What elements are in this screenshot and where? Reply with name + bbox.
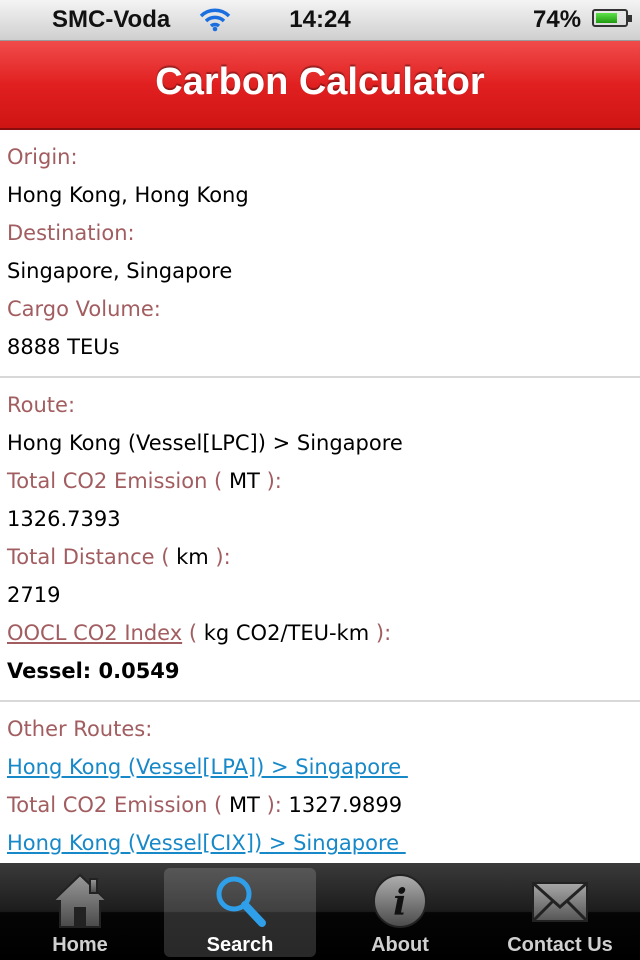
- co2-index-label-close: ):: [375, 621, 392, 645]
- co2-index-unit: kg CO2/TEU-km: [203, 621, 370, 645]
- tab-bar: Home Search i About Contact Us: [0, 863, 640, 960]
- cargo-volume-label: Cargo Volume:: [7, 297, 161, 321]
- co2-index-value: Vessel: 0.0549: [7, 659, 180, 683]
- other-route-link[interactable]: Hong Kong (Vessel[CIX]) > Singapore: [7, 831, 406, 855]
- search-icon: [216, 876, 266, 927]
- distance-value: 2719: [7, 583, 61, 607]
- envelope-icon: [531, 881, 589, 923]
- navigation-bar: Carbon Calculator: [0, 41, 640, 130]
- tab-about[interactable]: i About: [320, 863, 480, 960]
- origin-value: Hong Kong, Hong Kong: [7, 183, 249, 207]
- battery-level-fill: [596, 13, 617, 23]
- co2-index-link[interactable]: OOCL CO2 Index: [7, 621, 182, 645]
- route-section: Route: Hong Kong (Vessel[LPC]) > Singapo…: [0, 378, 640, 702]
- emission-label: Total CO2 Emission ( MT ):: [7, 462, 633, 500]
- other-routes-label: Other Routes:: [7, 717, 153, 741]
- route-value: Hong Kong (Vessel[LPC]) > Singapore: [7, 431, 403, 455]
- distance-label: Total Distance ( km ):: [7, 538, 633, 576]
- results-content[interactable]: Origin: Hong Kong, Hong Kong Destination…: [0, 130, 640, 863]
- distance-label-text: Total Distance (: [7, 545, 170, 569]
- emission-label-text: Total CO2 Emission (: [7, 469, 223, 493]
- other-routes-section: Other Routes: Hong Kong (Vessel[LPA]) > …: [0, 702, 640, 863]
- emission-unit: MT: [228, 469, 260, 493]
- other-route-item: Hong Kong (Vessel[CIX]) > Singapore: [7, 824, 633, 862]
- distance-unit: km: [176, 545, 209, 569]
- shipment-section: Origin: Hong Kong, Hong Kong Destination…: [0, 130, 640, 378]
- tab-contact-us-label: Contact Us: [507, 934, 613, 956]
- tab-search[interactable]: Search: [160, 863, 320, 960]
- distance-label-close: ):: [215, 545, 231, 569]
- battery-percent: 74%: [533, 6, 582, 33]
- home-icon: [50, 873, 110, 928]
- origin-label: Origin:: [7, 145, 78, 169]
- battery-icon: [592, 9, 632, 27]
- cargo-volume-value: 8888 TEUs: [7, 335, 120, 359]
- emission-label-close: ):: [266, 469, 282, 493]
- emission-value: 1326.7393: [7, 507, 121, 531]
- destination-value: Singapore, Singapore: [7, 259, 233, 283]
- tab-search-label: Search: [206, 934, 274, 956]
- co2-index-label: OOCL CO2 Index ( kg CO2/TEU-km ):: [7, 614, 633, 652]
- co2-index-label-open: (: [188, 621, 198, 645]
- status-bar: SMC-Voda 14:24 74%: [0, 0, 640, 46]
- other-route-emission: Total CO2 Emission ( MT ): 1327.9899: [7, 786, 633, 824]
- tab-home[interactable]: Home: [0, 863, 160, 960]
- tab-home-label: Home: [52, 934, 108, 956]
- other-route-emission-unit: MT: [228, 793, 260, 817]
- other-route-emission-label: Total CO2 Emission (: [7, 793, 223, 817]
- info-icon: i: [373, 874, 427, 928]
- other-route-link[interactable]: Hong Kong (Vessel[LPA]) > Singapore: [7, 755, 408, 779]
- other-route-emission-value: 1327.9899: [288, 793, 403, 817]
- other-route-emission-close: ):: [266, 793, 282, 817]
- destination-label: Destination:: [7, 221, 135, 245]
- other-route-item: Hong Kong (Vessel[LPA]) > Singapore: [7, 748, 633, 786]
- svg-text:i: i: [393, 882, 407, 924]
- tab-about-label: About: [371, 934, 429, 956]
- page-title: Carbon Calculator: [155, 61, 485, 103]
- route-label: Route:: [7, 393, 76, 417]
- tab-contact-us[interactable]: Contact Us: [480, 863, 640, 960]
